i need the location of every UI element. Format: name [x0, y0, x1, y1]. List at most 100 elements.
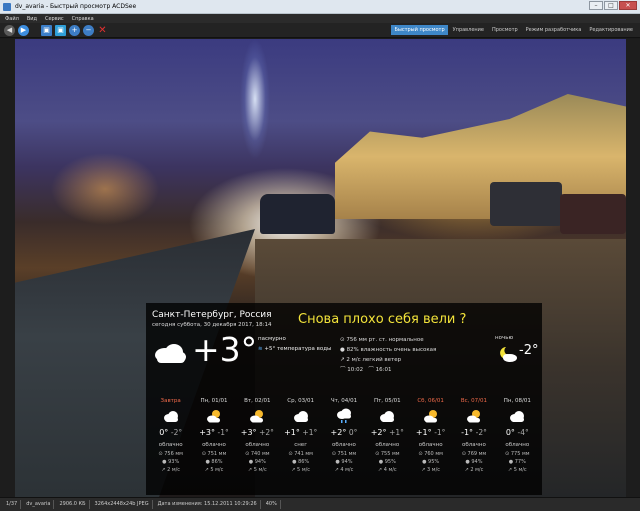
mode-tabs: Быстрый просмотр Управление Просмотр Реж…: [391, 25, 636, 35]
forecast-temps: 0° -2°: [149, 426, 192, 440]
forecast-pressure-text: 755 мм: [380, 451, 400, 457]
menu-tools[interactable]: Сервис: [45, 16, 64, 22]
sun-cloud-icon: [236, 406, 279, 426]
forecast-temps: +3° -1°: [192, 426, 235, 440]
forecast-humidity-text: 95%: [384, 459, 396, 465]
forecast-high: +3°: [199, 428, 215, 437]
menu-file[interactable]: Файл: [5, 16, 19, 22]
forecast-wind: ↗ 5 м/с: [236, 466, 279, 474]
photo-suv: [560, 194, 626, 234]
forecast-temps: +3° +2°: [236, 426, 279, 440]
forecast-low: -2°: [170, 428, 183, 437]
pressure-icon: ⊙: [375, 451, 380, 457]
forecast-humidity: ● 95%: [409, 458, 452, 466]
forecast-high: 0°: [505, 428, 515, 437]
close-button[interactable]: ✕: [619, 1, 637, 10]
forecast-day-name: Пт, 05/01: [373, 398, 401, 404]
actual-size-icon[interactable]: ▣: [55, 24, 66, 36]
forecast-day: Чт, 04/01 +2° 0° облачно ⊙ 751 мм ● 94% ↗ 4 м…: [322, 397, 365, 493]
tab-view[interactable]: Просмотр: [489, 25, 521, 35]
forecast-day-name: Сб, 06/01: [417, 398, 444, 404]
back-icon[interactable]: ◀: [4, 24, 15, 36]
forecast-high: +2°: [370, 428, 387, 437]
humidity-icon: ●: [465, 459, 470, 465]
wind-icon: ↗: [291, 467, 296, 473]
forecast-wind-text: 5 м/с: [297, 467, 311, 473]
forecast-pressure: ⊙ 751 мм: [192, 450, 235, 458]
zoom-in-icon[interactable]: +: [69, 24, 80, 36]
forecast-temps: +1° +1°: [279, 426, 322, 440]
wind-icon: ↗: [464, 467, 469, 473]
forecast-condition: облачно: [375, 442, 400, 448]
wind-icon: ↗: [507, 467, 513, 473]
forecast-pressure-text: 760 мм: [424, 451, 443, 457]
weather-details: ⊙ 756 мм рт. ст. нормальное ● 82% влажно…: [340, 335, 436, 375]
forecast-high: +1°: [415, 428, 432, 437]
forecast-low: -1°: [217, 428, 229, 437]
menu-view[interactable]: Вид: [27, 16, 37, 22]
humidity-icon: ●: [205, 459, 210, 465]
humidity-icon: ●: [378, 459, 384, 465]
forward-icon[interactable]: ▶: [18, 24, 29, 36]
forecast-condition: облачно: [462, 442, 486, 448]
fit-image-icon[interactable]: ▣: [41, 24, 52, 36]
forecast-temps: -1° -2°: [452, 426, 495, 440]
zoom-out-icon[interactable]: −: [83, 24, 94, 36]
tab-edit[interactable]: Редактирование: [586, 25, 636, 35]
humidity-icon: ●: [248, 459, 254, 465]
forecast-wind: ↗ 4 м/с: [366, 466, 409, 474]
minimize-button[interactable]: –: [589, 1, 603, 10]
forecast-day: Пт, 05/01 +2° +1° облачно ⊙ 755 мм ● 95% ↗ 4 …: [366, 397, 409, 493]
pressure-row: ⊙ 756 мм рт. ст. нормальное: [340, 335, 436, 345]
humidity-icon: ●: [335, 459, 340, 465]
sun-cloud-icon: [192, 406, 235, 426]
forecast-condition: облачно: [202, 442, 226, 448]
forecast-low: +2°: [259, 428, 274, 437]
forecast-wind-text: 2 м/с: [470, 467, 484, 473]
app-icon: [3, 2, 11, 11]
maximize-button[interactable]: □: [604, 1, 618, 10]
status-zoom[interactable]: 40%: [263, 500, 281, 509]
menu-help[interactable]: Справка: [72, 16, 94, 22]
water-temp-text: +5° температура воды: [264, 346, 332, 352]
forecast-condition: облачно: [332, 442, 356, 448]
forecast-humidity-text: 94%: [471, 459, 483, 465]
pressure-icon: ⊙: [331, 451, 336, 457]
forecast-humidity-text: 77%: [514, 459, 526, 465]
current-condition: пасмурно: [258, 336, 286, 342]
tab-quick-view[interactable]: Быстрый просмотр: [391, 25, 448, 35]
tab-manage[interactable]: Управление: [450, 25, 487, 35]
forecast-pressure-text: 775 мм: [510, 451, 530, 457]
cloud-icon: [279, 406, 322, 426]
forecast-high: 0°: [159, 428, 169, 437]
status-index: 1/37: [3, 500, 22, 509]
weather-city: Санкт-Петербург, Россия: [152, 310, 272, 320]
forecast-humidity: ● 94%: [322, 458, 365, 466]
photo-light-tower: [235, 39, 275, 189]
forecast-humidity-text: 94%: [341, 459, 353, 465]
pressure-icon: ⊙: [340, 337, 345, 343]
status-bar: 1/37 dv_avaria 2906.0 КБ 3264x2448x24b J…: [0, 497, 640, 511]
forecast-wind: ↗ 5 м/с: [496, 466, 539, 474]
wind-icon: ↗: [421, 467, 426, 473]
forecast-wind-text: 4 м/с: [383, 467, 397, 473]
forecast-humidity-text: 95%: [428, 459, 440, 465]
forecast-day: Завтра 0° -2° облачно ⊙ 756 мм ● 93% ↗ 2 м/с: [149, 397, 192, 493]
forecast-humidity-text: 86%: [211, 459, 223, 465]
weather-headline: Снова плохо себя вели ?: [298, 312, 467, 327]
forecast-temps: 0° -4°: [496, 426, 539, 440]
delete-icon[interactable]: ✕: [97, 25, 108, 36]
forecast-condition: облачно: [505, 442, 530, 448]
tab-develop[interactable]: Режим разработчика: [523, 25, 585, 35]
sun-row: ⌒ 10:02 ⌒ 16:01: [340, 365, 436, 375]
forecast-high: -1°: [461, 428, 474, 437]
forecast-day-name: Пн, 08/01: [503, 398, 531, 404]
forecast-temps: +1° -1°: [409, 426, 452, 440]
forecast-pressure: ⊙ 755 мм: [366, 450, 409, 458]
forecast-pressure-text: 751 мм: [337, 451, 357, 457]
cloud-icon: [155, 344, 186, 363]
wind-text: 2 м/с легкий ветер: [346, 357, 402, 363]
forecast-low: -4°: [517, 428, 529, 437]
night-temperature: -2°: [519, 343, 539, 358]
humidity-icon: ●: [292, 459, 297, 465]
